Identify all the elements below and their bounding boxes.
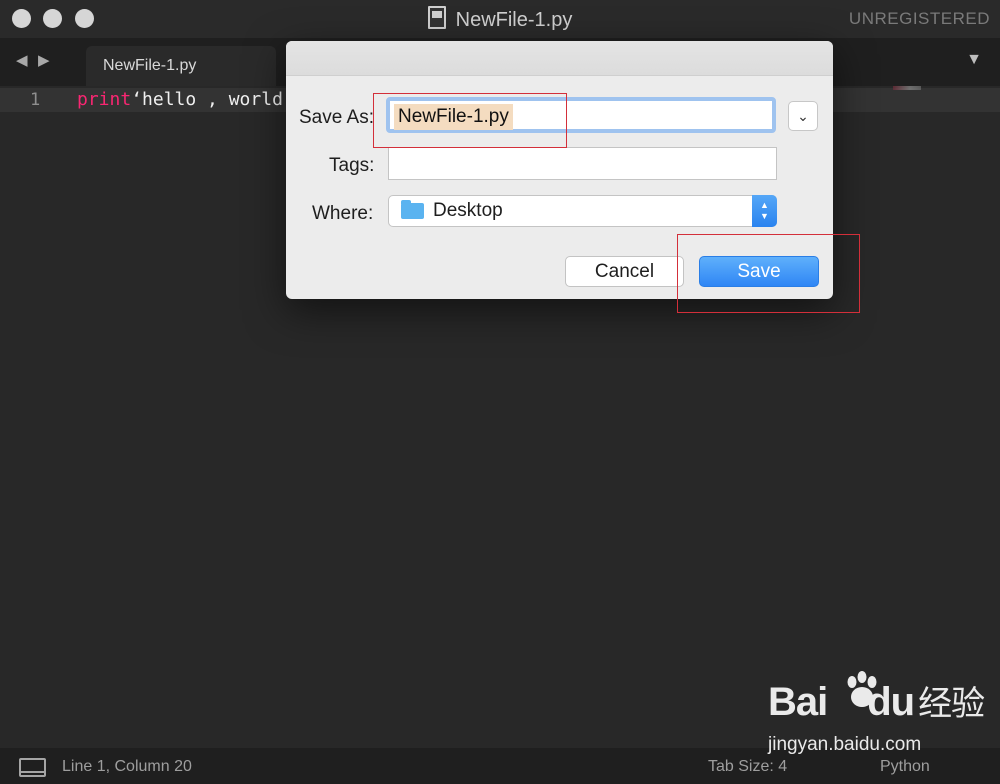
save-as-label: Save As: — [299, 107, 374, 128]
forward-arrow-icon[interactable]: ▶ — [38, 51, 50, 69]
annotation-box-save — [677, 234, 860, 313]
code-keyword: print — [77, 89, 132, 110]
tab-size[interactable]: Tab Size: 4 — [708, 758, 787, 776]
folder-icon — [401, 200, 424, 219]
dialog-header — [286, 41, 833, 76]
tab-list-dropdown-icon[interactable]: ▼ — [966, 51, 982, 69]
unregistered-label: UNREGISTERED — [848, 9, 990, 28]
watermark-brand: Bai — [768, 680, 828, 724]
code-line[interactable]: print‘hello , world — [77, 89, 283, 110]
cancel-button[interactable]: Cancel — [565, 256, 684, 287]
paw-icon — [847, 671, 877, 707]
syntax-mode[interactable]: Python — [880, 758, 930, 776]
cursor-position: Line 1, Column 20 — [62, 758, 192, 775]
expand-dialog-button[interactable]: ⌄ — [788, 101, 818, 131]
tags-input[interactable] — [388, 147, 777, 180]
title-bar: NewFile-1.py UNREGISTERED — [0, 0, 1000, 38]
where-value: Desktop — [433, 200, 503, 221]
back-arrow-icon[interactable]: ◀ — [16, 51, 28, 69]
up-down-arrows-icon: ▲ ▼ — [752, 195, 777, 227]
code-text: ‘hello , world — [131, 89, 283, 110]
where-label: Where: — [312, 203, 374, 224]
watermark-site: jingyan.baidu.com — [768, 734, 922, 755]
tab-newfile[interactable]: NewFile-1.py — [86, 46, 276, 86]
tab-label: NewFile-1.py — [103, 57, 197, 74]
file-icon — [427, 6, 446, 29]
console-panel-icon[interactable] — [19, 758, 46, 777]
where-select[interactable]: Desktop ▲ ▼ — [388, 195, 777, 227]
line-number: 1 — [30, 90, 41, 110]
minimap[interactable] — [893, 86, 921, 90]
tags-label: Tags: — [329, 155, 375, 176]
annotation-box-filename — [373, 93, 567, 148]
baidu-watermark: Bai du 经验 jingyan.baidu.com — [768, 671, 985, 755]
window-title-text: NewFile-1.py — [455, 9, 573, 31]
chevron-down-icon: ⌄ — [797, 108, 809, 124]
watermark-brand-cn: 经验 — [918, 684, 985, 724]
